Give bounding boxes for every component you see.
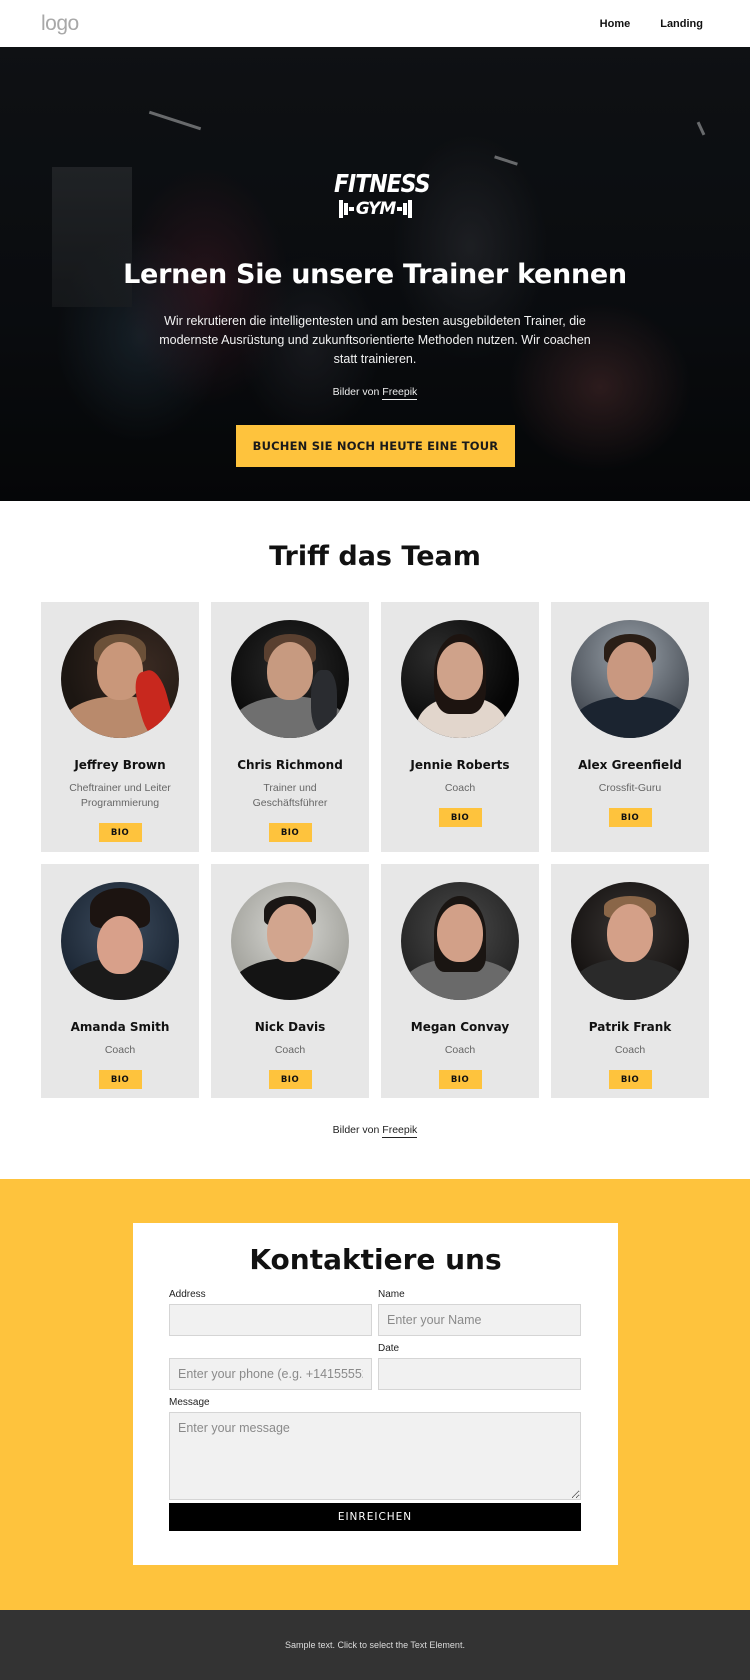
- team-image-credit: Bilder von Freepik: [0, 1124, 750, 1138]
- logo[interactable]: logo: [41, 12, 79, 36]
- member-role: Crossfit-Guru: [598, 782, 662, 794]
- date-field-group: Date: [378, 1343, 581, 1390]
- hero-title: Lernen Sie unsere Trainer kennen: [123, 259, 627, 290]
- brand-line-2: GYM: [355, 199, 396, 219]
- phone-input[interactable]: [169, 1358, 372, 1390]
- team-member-card: Amanda Smith Coach BIO: [41, 864, 199, 1098]
- nav-home[interactable]: Home: [600, 18, 631, 30]
- member-name: Jeffrey Brown: [74, 758, 166, 772]
- bio-button[interactable]: BIO: [438, 808, 482, 827]
- rope: [311, 670, 337, 732]
- address-field-group: Address: [169, 1289, 372, 1336]
- member-name: Patrik Frank: [588, 1020, 672, 1034]
- site-footer: Sample text. Click to select the Text El…: [0, 1610, 750, 1680]
- book-tour-button[interactable]: BUCHEN SIE NOCH HEUTE EINE TOUR: [236, 425, 515, 467]
- bio-button[interactable]: BIO: [438, 1070, 482, 1089]
- site-header: logo Home Landing: [0, 0, 750, 47]
- date-label: Date: [378, 1343, 400, 1354]
- bio-button[interactable]: BIO: [268, 1070, 312, 1089]
- team-member-card: Megan Convay Coach BIO: [381, 864, 539, 1098]
- member-name: Nick Davis: [254, 1020, 326, 1034]
- member-name: Alex Greenfield: [578, 758, 682, 772]
- avatar: [401, 882, 519, 1000]
- member-name: Amanda Smith: [70, 1020, 170, 1034]
- hero-section: FITNESS GYM Lernen Sie unsere Trainer ke…: [0, 47, 750, 501]
- message-field-group: Message: [169, 1397, 581, 1500]
- team-member-card: Alex Greenfield Crossfit-Guru BIO: [551, 602, 709, 852]
- date-input[interactable]: [378, 1358, 581, 1390]
- freepik-link[interactable]: Freepik: [382, 1124, 418, 1138]
- name-input[interactable]: [378, 1304, 581, 1336]
- dumbbell-icon: [338, 200, 354, 218]
- member-role: Coach: [614, 1044, 646, 1056]
- brand-line-1: FITNESS: [334, 170, 431, 199]
- member-name: Jennie Roberts: [410, 758, 510, 772]
- avatar: [401, 620, 519, 738]
- avatar: [231, 882, 349, 1000]
- member-role: Coach: [444, 1044, 476, 1056]
- member-role: Coach: [274, 1044, 306, 1056]
- bio-button[interactable]: BIO: [608, 808, 652, 827]
- message-textarea[interactable]: [169, 1412, 581, 1500]
- phone-field-group: [169, 1343, 372, 1390]
- address-input[interactable]: [169, 1304, 372, 1336]
- address-label: Address: [169, 1289, 206, 1300]
- hero-description: Wir rekrutieren die intelligentesten und…: [159, 314, 591, 366]
- bio-button[interactable]: BIO: [268, 823, 312, 842]
- name-field-group: Name: [378, 1289, 581, 1336]
- member-role: Cheftrainer und Leiter Programmierung: [69, 782, 171, 809]
- team-member-card: Patrik Frank Coach BIO: [551, 864, 709, 1098]
- member-role: Coach: [104, 1044, 136, 1056]
- dumbbell-icon: [397, 200, 413, 218]
- footer-text[interactable]: Sample text. Click to select the Text El…: [285, 1640, 465, 1650]
- fitness-gym-logo: FITNESS GYM: [334, 170, 431, 227]
- credit-prefix: Bilder von: [332, 386, 380, 398]
- avatar: [61, 620, 179, 738]
- avatar: [61, 882, 179, 1000]
- nav-landing[interactable]: Landing: [660, 18, 703, 30]
- team-member-card: Nick Davis Coach BIO: [211, 864, 369, 1098]
- team-grid: Jeffrey Brown Cheftrainer und Leiter Pro…: [41, 602, 709, 1098]
- member-role: Coach: [444, 782, 476, 794]
- team-member-card: Jennie Roberts Coach BIO: [381, 602, 539, 852]
- message-label: Message: [169, 1397, 210, 1408]
- name-label: Name: [378, 1289, 405, 1300]
- team-title: Triff das Team: [269, 541, 481, 572]
- contact-title: Kontaktiere uns: [249, 1243, 502, 1276]
- team-member-card: Jeffrey Brown Cheftrainer und Leiter Pro…: [41, 602, 199, 852]
- team-member-card: Chris Richmond Trainer und Geschäftsführ…: [211, 602, 369, 852]
- member-name: Chris Richmond: [237, 758, 343, 772]
- phone-label: [169, 1343, 372, 1355]
- hero-image-credit: Bilder von Freepik: [0, 386, 750, 400]
- bio-button[interactable]: BIO: [98, 1070, 142, 1089]
- avatar: [231, 620, 349, 738]
- team-section: Triff das Team Jeffrey Brown Cheftrainer…: [0, 501, 750, 1179]
- contact-section: Kontaktiere uns Address Name Date Messag…: [0, 1179, 750, 1610]
- freepik-link[interactable]: Freepik: [382, 386, 418, 400]
- contact-form: Kontaktiere uns Address Name Date Messag…: [133, 1223, 618, 1565]
- main-nav: Home Landing: [600, 18, 703, 30]
- member-name: Megan Convay: [410, 1020, 510, 1034]
- submit-button[interactable]: EINREICHEN: [169, 1503, 581, 1531]
- credit-prefix: Bilder von: [332, 1124, 380, 1136]
- bio-button[interactable]: BIO: [98, 823, 142, 842]
- avatar: [571, 620, 689, 738]
- avatar: [571, 882, 689, 1000]
- member-role: Trainer und Geschäftsführer: [252, 782, 328, 809]
- bio-button[interactable]: BIO: [608, 1070, 652, 1089]
